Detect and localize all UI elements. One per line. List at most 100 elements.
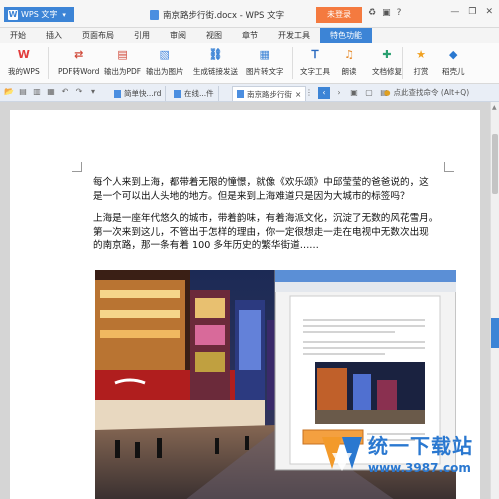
read-aloud-icon: ♫ [344, 47, 354, 61]
document-icon [114, 89, 121, 98]
title-bar: W WPS 文字 ▾ 南京路步行街.docx - WPS 文字 未登录 ♻ ▣ … [0, 0, 499, 28]
watermark: 统一下载站 www.3987.com [320, 430, 473, 475]
ribbon-button-label: 输出为PDF [104, 67, 142, 76]
scroll-up-icon[interactable]: ▲ [492, 104, 497, 111]
command-search[interactable]: ● 点此查找命令 (Alt+Q) [384, 87, 469, 98]
doc-tab-3[interactable]: 南京路步行街 × [232, 86, 307, 101]
app-menu-button[interactable]: W WPS 文字 ▾ [4, 7, 74, 22]
ribbon-button-text-tool[interactable]: Ｔ 文字工具 [300, 45, 330, 77]
ribbon-button-image-to-text[interactable]: ▦ 图片转文字 [246, 45, 284, 77]
qa-dropdown-icon[interactable]: ▾ [88, 87, 98, 97]
ribbon-separator [402, 47, 403, 79]
share-link-icon: ⛓ [208, 47, 223, 61]
ribbon: W 我的WPS ⇄ PDF转Word ▤ 输出为PDF ▧ 输出为图片 ⛓ 生成链接发送 ▦ 图片转文… [0, 43, 499, 84]
app-menu-label: WPS 文字 [21, 10, 58, 19]
scroll-thumb[interactable] [492, 134, 498, 194]
vertical-scrollbar[interactable]: ▲ [490, 102, 499, 499]
window-title-text: 南京路步行街.docx - WPS 文字 [163, 11, 285, 21]
text-line: 是一个可以出人头地的地方。但是来到上海难道只是因为大城市的标签吗？ [93, 190, 410, 202]
tab-7[interactable]: 开发工具 [268, 28, 320, 43]
command-search-text: 点此查找命令 (Alt+Q) [393, 88, 470, 97]
tab-0[interactable]: 开始 [0, 28, 36, 43]
ribbon-button-label: 稻壳儿 [442, 67, 465, 76]
ribbon-button-label: 文字工具 [300, 67, 330, 76]
ribbon-separator [292, 47, 293, 79]
doc-repair-icon: ✚ [382, 47, 392, 61]
ribbon-tabs: 开始 插入 页面布局 引用 审阅 视图 章节 开发工具 特色功能 [0, 28, 499, 43]
open-folder-icon[interactable]: 📂 [4, 87, 14, 97]
export-pdf-icon: ▤ [117, 47, 128, 61]
pdf-to-word-icon: ⇄ [74, 47, 84, 61]
tab-list-icon[interactable]: ⋮ [303, 87, 315, 99]
ribbon-button-reward[interactable]: ★ 打赏 [412, 45, 430, 77]
close-icon[interactable]: ✕ [485, 7, 493, 17]
tab-5[interactable]: 视图 [196, 28, 232, 43]
paragraph-2: 上海是一座年代悠久的城市，带着韵味，有着海派文化，沉淀了无数的风花雪月。 第一次… [93, 212, 448, 253]
tab-1[interactable]: 插入 [36, 28, 72, 43]
image-to-text-icon: ▦ [259, 47, 270, 61]
text-line: 每个人来到上海，都带着无限的憧憬，就像《欢乐颂》中邱莹莹的爸爸说的，这 [93, 177, 429, 188]
tab-8[interactable]: 特色功能 [320, 28, 372, 43]
tab-4[interactable]: 审阅 [160, 28, 196, 43]
document-icon [174, 89, 181, 98]
new-tab-icon[interactable]: ▢ [363, 87, 375, 99]
chevron-down-icon: ▾ [62, 10, 66, 19]
ribbon-button-read-aloud[interactable]: ♫ 朗读 [340, 45, 358, 77]
help-icon[interactable]: ? [397, 8, 402, 18]
window-title: 南京路步行街.docx - WPS 文字 [150, 9, 284, 21]
ribbon-button-label: 文档修复 [372, 67, 402, 76]
ribbon-button-label: 生成链接发送 [193, 67, 238, 76]
docer-icon: ◆ [449, 47, 458, 61]
preview-icon[interactable]: ▦ [46, 87, 56, 97]
wps-logo-icon: W [8, 9, 18, 20]
doc-tab-1[interactable]: 简单快...rd [110, 86, 167, 101]
paragraph-1: 每个人来到上海，都带着无限的憧憬，就像《欢乐颂》中邱莹莹的爸爸说的，这 是一个可… [93, 176, 448, 203]
crop-mark-tr [444, 162, 454, 172]
tab-3[interactable]: 引用 [124, 28, 160, 43]
ribbon-button-docer[interactable]: ◆ 稻壳儿 [442, 45, 465, 77]
ribbon-button-doc-repair[interactable]: ✚ 文档修复 [372, 45, 402, 77]
ribbon-button-label: 打赏 [413, 67, 429, 76]
shirt-icon[interactable]: ▣ [382, 8, 391, 18]
undo-icon[interactable]: ↶ [60, 87, 70, 97]
side-panel-toggle[interactable] [491, 318, 499, 348]
ribbon-button-label: PDF转Word [58, 67, 100, 76]
tab-6[interactable]: 章节 [232, 28, 268, 43]
document-icon [150, 10, 159, 20]
watermark-logo-icon [322, 436, 362, 471]
ribbon-button-label: 输出为图片 [146, 67, 184, 76]
reward-icon: ★ [416, 47, 426, 61]
doc-tab-2[interactable]: 在线...件 [170, 86, 219, 101]
doc-tab-label: 南京路步行街 [247, 89, 292, 99]
ribbon-button-export-pdf[interactable]: ▤ 输出为PDF [104, 45, 141, 77]
ribbon-button-share-link[interactable]: ⛓ 生成链接发送 [193, 45, 238, 77]
ribbon-button-export-image[interactable]: ▧ 输出为图片 [146, 45, 184, 77]
tile-icon[interactable]: ▣ [348, 87, 360, 99]
print-icon[interactable]: ▥ [32, 87, 42, 97]
title-tools: ♻ ▣ ? [368, 8, 401, 18]
text-line: 第一次来到这儿，不管出于怎样的理由，你一定很想走一走在电视中无数次出现 [93, 226, 429, 238]
ribbon-button-label: 我的WPS [8, 67, 40, 76]
login-button[interactable]: 未登录 [316, 7, 362, 23]
restore-icon[interactable]: ❐ [468, 7, 476, 17]
watermark-url: www.3987.com [368, 461, 471, 475]
crop-mark-tl [72, 162, 82, 172]
next-tab-icon[interactable]: › [333, 87, 345, 99]
skin-icon[interactable]: ♻ [368, 8, 376, 18]
ribbon-button-wps-logo[interactable]: W 我的WPS [8, 45, 40, 77]
tab-close-icon[interactable]: × [295, 90, 301, 99]
save-icon[interactable]: ▤ [18, 87, 28, 97]
bulb-icon: ● [384, 88, 391, 97]
redo-icon[interactable]: ↷ [74, 87, 84, 97]
tab-2[interactable]: 页面布局 [72, 28, 124, 43]
prev-tab-icon[interactable]: ‹ [318, 87, 330, 99]
document-icon [237, 90, 244, 98]
ribbon-separator [48, 47, 49, 79]
text-tool-icon: Ｔ [309, 48, 321, 61]
wps-logo-icon: W [17, 47, 30, 61]
minimize-icon[interactable]: — [450, 7, 459, 17]
quick-access-bar: 📂 ▤ ▥ ▦ ↶ ↷ ▾ 简单快...rd 在线...件 南京路步行街 × ⋮… [0, 84, 499, 102]
export-image-icon: ▧ [159, 47, 170, 61]
ribbon-button-label: 朗读 [341, 67, 357, 76]
ribbon-button-pdf-to-word[interactable]: ⇄ PDF转Word [58, 45, 99, 77]
